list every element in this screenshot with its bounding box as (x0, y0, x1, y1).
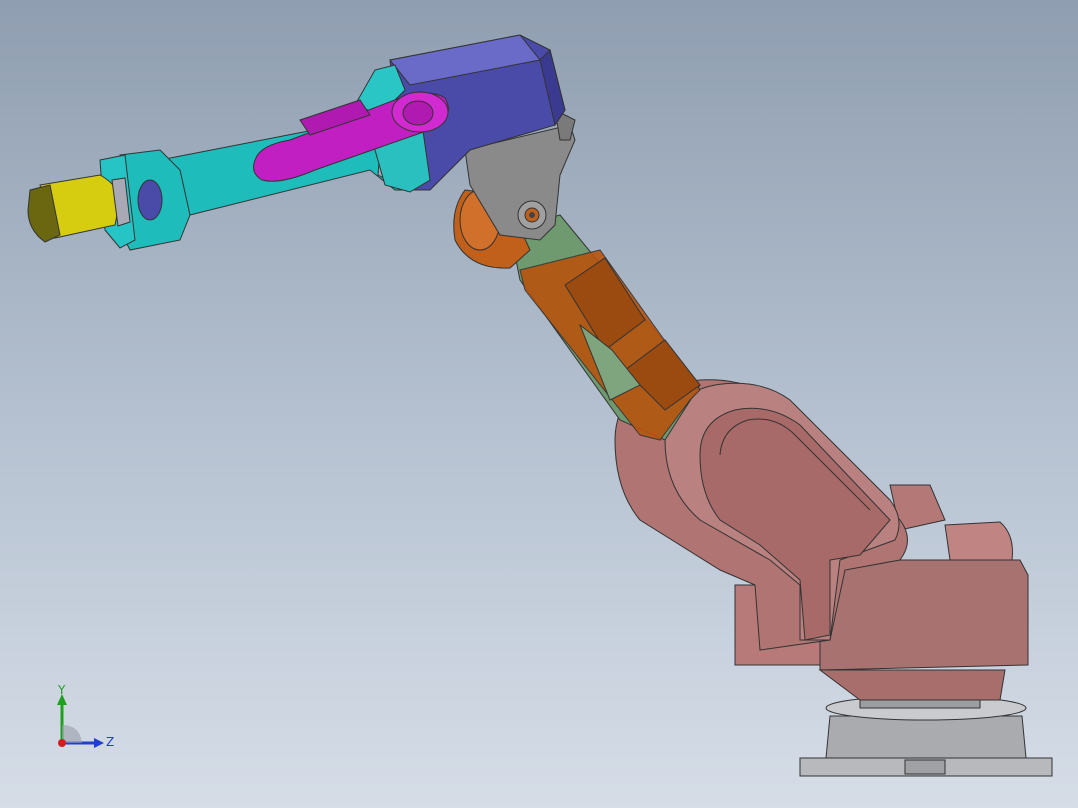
x-axis-dot-icon (58, 739, 66, 747)
triad-plane (62, 725, 82, 743)
upper-arm-link[interactable] (509, 214, 701, 441)
cad-viewport[interactable]: Y Z (0, 0, 1078, 808)
pedestal[interactable] (799, 695, 1053, 777)
z-axis-label: Z (106, 735, 114, 749)
z-axis-arrow-icon (94, 738, 104, 748)
axis-triad: Y Z (57, 683, 114, 749)
y-axis-label: Y (57, 683, 66, 697)
robot-arm-model[interactable] (0, 0, 1078, 808)
